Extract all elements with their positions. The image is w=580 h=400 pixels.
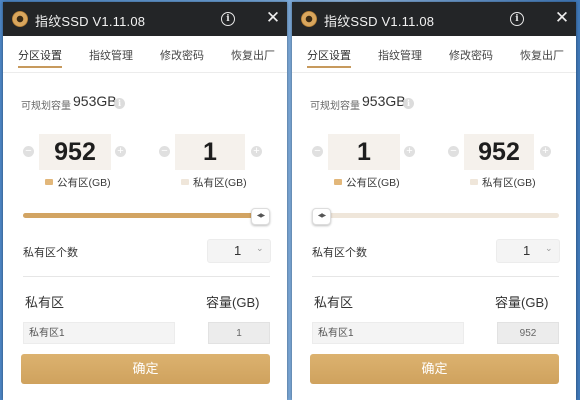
chevron-down-icon: ⌄ xyxy=(545,243,553,253)
slider-handle[interactable]: ◀▶ xyxy=(251,208,270,225)
private-legend: 私有区(GB) xyxy=(181,175,247,190)
private-capacity-value[interactable]: 952 xyxy=(464,134,534,170)
active-tab-indicator xyxy=(18,66,62,68)
capacity-value: 953GB xyxy=(73,93,117,109)
tab-partition-settings[interactable]: 分区设置 xyxy=(307,47,351,63)
info-icon[interactable]: i xyxy=(403,98,414,109)
public-decrease-button[interactable]: − xyxy=(312,146,323,157)
private-decrease-button[interactable]: − xyxy=(448,146,459,157)
private-count-value: 1 xyxy=(234,243,242,258)
private-capacity-value[interactable]: 1 xyxy=(175,134,245,170)
disc-logo-icon xyxy=(12,11,28,27)
window-title: 指纹SSD V1.11.08 xyxy=(324,14,435,29)
tab-factory-reset[interactable]: 恢复出厂 xyxy=(231,47,275,63)
partition-name-header: 私有区 xyxy=(25,295,65,310)
partition-slider[interactable]: ◀▶ xyxy=(312,208,559,225)
tab-change-password[interactable]: 修改密码 xyxy=(449,47,493,63)
confirm-button[interactable]: 确定 xyxy=(310,354,559,384)
public-legend-label: 公有区(GB) xyxy=(57,177,111,189)
partition-capacity-input: 1 xyxy=(208,322,270,344)
info-icon[interactable]: i xyxy=(221,12,235,26)
private-increase-button[interactable]: + xyxy=(251,146,262,157)
private-legend-label: 私有区(GB) xyxy=(482,177,536,189)
app-window-right: 指纹SSD V1.11.08 i ✕ 分区设置 指纹管理 修改密码 恢复出厂 可… xyxy=(292,2,576,400)
info-icon[interactable]: i xyxy=(510,12,524,26)
slider-fill xyxy=(23,213,261,218)
chevron-down-icon: ⌄ xyxy=(256,243,264,253)
private-increase-button[interactable]: + xyxy=(540,146,551,157)
tab-factory-reset[interactable]: 恢复出厂 xyxy=(520,47,564,63)
tab-bar: 分区设置 指纹管理 修改密码 恢复出厂 xyxy=(292,36,576,73)
slider-handle[interactable]: ◀▶ xyxy=(312,208,331,225)
partition-name-header: 私有区 xyxy=(314,295,354,310)
private-count-value: 1 xyxy=(523,243,531,258)
title-bar: 指纹SSD V1.11.08 i ✕ xyxy=(3,2,287,36)
partition-capacity-header: 容量(GB) xyxy=(206,295,260,310)
divider xyxy=(312,276,559,277)
private-count-label: 私有区个数 xyxy=(312,247,367,259)
close-icon[interactable]: ✕ xyxy=(265,9,281,27)
private-swatch xyxy=(181,179,189,185)
tab-fingerprint-management[interactable]: 指纹管理 xyxy=(378,47,422,63)
public-legend: 公有区(GB) xyxy=(334,175,400,190)
partition-name-input[interactable]: 私有区1 xyxy=(312,322,464,344)
active-tab-indicator xyxy=(307,66,351,68)
partition-capacity-header: 容量(GB) xyxy=(495,295,549,310)
window-title: 指纹SSD V1.11.08 xyxy=(35,14,146,29)
confirm-button[interactable]: 确定 xyxy=(21,354,270,384)
public-swatch xyxy=(334,179,342,185)
disc-logo-icon xyxy=(301,11,317,27)
public-capacity-value[interactable]: 1 xyxy=(328,134,400,170)
tab-bar: 分区设置 指纹管理 修改密码 恢复出厂 xyxy=(3,36,287,73)
divider xyxy=(23,276,270,277)
capacity-label: 可规划容量 xyxy=(21,101,71,112)
tab-partition-settings[interactable]: 分区设置 xyxy=(18,47,62,63)
public-legend-label: 公有区(GB) xyxy=(346,177,400,189)
private-count-label: 私有区个数 xyxy=(23,247,78,259)
app-window-left: 指纹SSD V1.11.08 i ✕ 分区设置 指纹管理 修改密码 恢复出厂 可… xyxy=(3,2,287,400)
partition-name-input[interactable]: 私有区1 xyxy=(23,322,175,344)
private-decrease-button[interactable]: − xyxy=(159,146,170,157)
public-increase-button[interactable]: + xyxy=(115,146,126,157)
public-capacity-value[interactable]: 952 xyxy=(39,134,111,170)
public-swatch xyxy=(45,179,53,185)
info-icon[interactable]: i xyxy=(114,98,125,109)
private-legend-label: 私有区(GB) xyxy=(193,177,247,189)
private-count-select[interactable]: 1 ⌄ xyxy=(207,239,271,263)
private-swatch xyxy=(470,179,478,185)
close-icon[interactable]: ✕ xyxy=(554,9,570,27)
private-legend: 私有区(GB) xyxy=(470,175,536,190)
public-increase-button[interactable]: + xyxy=(404,146,415,157)
tab-change-password[interactable]: 修改密码 xyxy=(160,47,204,63)
partition-capacity-input: 952 xyxy=(497,322,559,344)
title-bar: 指纹SSD V1.11.08 i ✕ xyxy=(292,2,576,36)
public-legend: 公有区(GB) xyxy=(45,175,111,190)
partition-slider[interactable]: ◀▶ xyxy=(23,208,270,225)
private-count-select[interactable]: 1 ⌄ xyxy=(496,239,560,263)
capacity-value: 953GB xyxy=(362,93,406,109)
tab-fingerprint-management[interactable]: 指纹管理 xyxy=(89,47,133,63)
public-decrease-button[interactable]: − xyxy=(23,146,34,157)
capacity-label: 可规划容量 xyxy=(310,101,360,112)
